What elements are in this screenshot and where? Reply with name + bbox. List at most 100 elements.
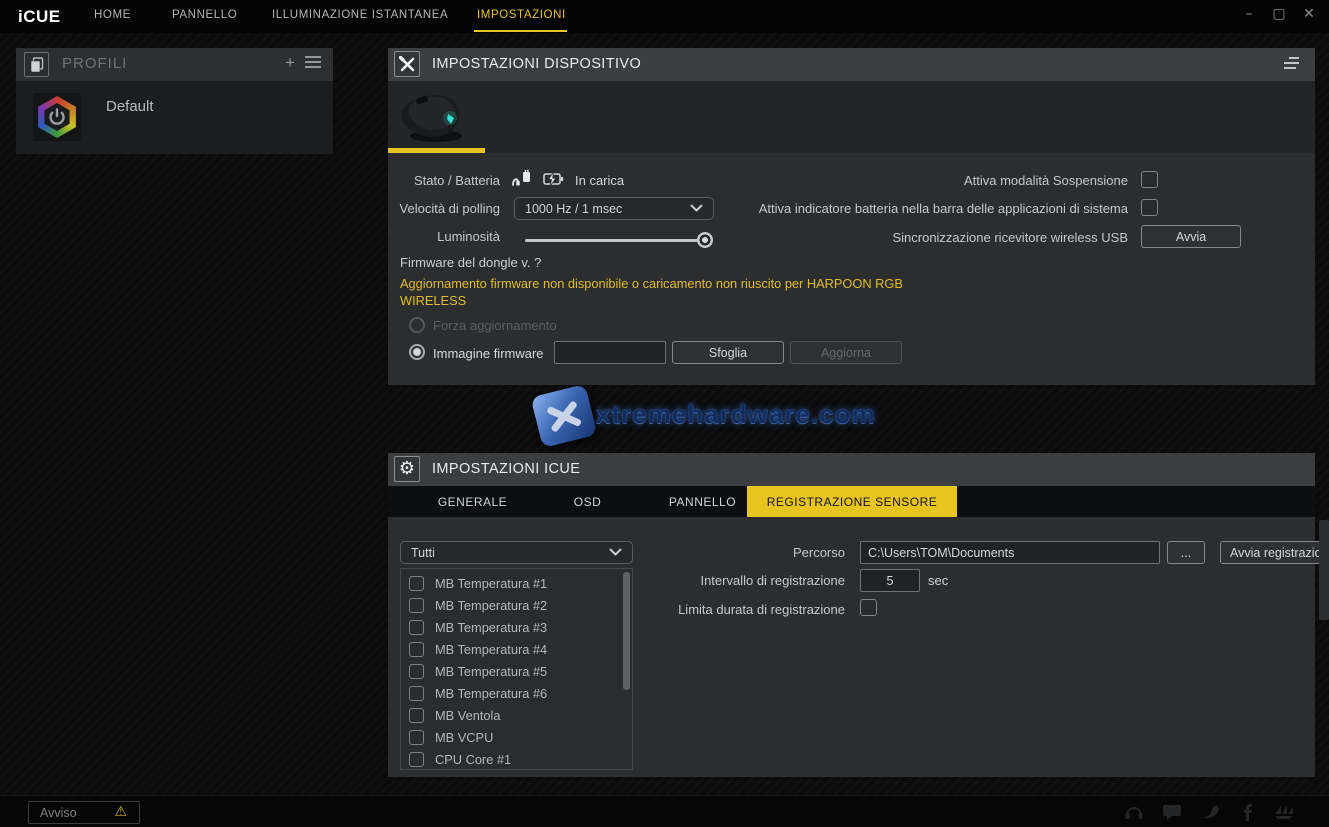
sensor-name: MB Temperatura #3 [435,620,547,635]
footer-bar: Avviso ⚠ [0,795,1329,827]
profiles-title: PROFILI [62,55,127,72]
sensor-list[interactable]: MB Temperatura #1 MB Temperatura #2 MB T… [400,568,633,770]
sleep-mode-checkbox[interactable] [1141,171,1158,188]
tab-generale[interactable]: GENERALE [415,486,530,517]
twitter-icon[interactable] [1198,802,1222,822]
interval-label: Intervallo di registrazione [628,573,845,588]
support-icon[interactable] [1122,802,1146,822]
browse-firmware-button[interactable]: Sfoglia [672,341,784,364]
device-settings-title: IMPOSTAZIONI DISPOSITIVO [432,56,641,72]
tab-pannello[interactable]: PANNELLO [645,486,760,517]
sensor-row[interactable]: MB Ventola [401,704,632,726]
sensor-row[interactable]: MB Temperatura #4 [401,638,632,660]
sensor-checkbox[interactable] [409,730,424,745]
sensor-checkbox[interactable] [409,598,424,613]
firmware-image-label: Immagine firmware [433,346,544,361]
minimize-button[interactable]: – [1241,6,1257,22]
sensor-checkbox[interactable] [409,576,424,591]
icue-settings-panel: ⚙ IMPOSTAZIONI ICUE GENERALE OSD PANNELL… [388,453,1315,777]
interval-input[interactable] [860,569,920,592]
notice-button[interactable]: Avviso ⚠ [28,801,140,824]
force-update-label: Forza aggiornamento [433,318,557,333]
sensor-checkbox[interactable] [409,642,424,657]
status-label: Stato / Batteria [388,173,500,188]
icue-logo: iCUE [18,7,61,27]
watermark-text: xtremehardware.com [596,399,876,430]
sensor-filter-value: Tutti [411,546,435,560]
profiles-icon [24,52,49,77]
maximize-button[interactable]: ▢ [1271,6,1287,22]
sensor-row[interactable]: MB Temperatura #3 [401,616,632,638]
add-profile-button[interactable]: + [285,53,295,73]
sync-start-button[interactable]: Avvia [1141,225,1241,248]
page-scrollbar[interactable] [1319,520,1329,620]
firmware-warning-text: Aggiornamento firmware non disponibile o… [400,275,905,309]
sensor-row[interactable]: CPU Core #1 [401,748,632,770]
sensor-name: MB Temperatura #2 [435,598,547,613]
nav-home[interactable]: HOME [94,9,131,21]
sensor-row[interactable]: MB VCPU [401,726,632,748]
device-tab-harpoon-mouse[interactable] [390,84,484,148]
gear-icon: ⚙ [394,456,420,482]
firmware-image-radio[interactable] [409,344,425,360]
nav-impostazioni[interactable]: IMPOSTAZIONI [477,9,566,21]
profiles-menu-icon[interactable] [305,56,321,71]
profile-item-default[interactable]: Default [16,81,333,154]
device-options-icon[interactable] [1284,57,1299,72]
sensor-name: MB Temperatura #6 [435,686,547,701]
sensor-row[interactable]: MB Temperatura #1 [401,572,632,594]
sensor-name: MB Temperatura #5 [435,664,547,679]
close-button[interactable]: ✕ [1301,6,1317,22]
warning-icon: ⚠ [114,804,127,820]
watermark-x-logo [531,384,598,448]
sensor-checkbox[interactable] [409,620,424,635]
sensor-checkbox[interactable] [409,708,424,723]
tools-icon [394,51,420,77]
limit-duration-label: Limita durata di registrazione [628,602,845,617]
mouse-image [390,84,484,148]
wireless-sync-label: Sincronizzazione ricevitore wireless USB [600,230,1128,245]
battery-indicator-label: Attiva indicatore batteria nella barra d… [600,201,1128,216]
sensor-checkbox[interactable] [409,686,424,701]
usb-cable-icon [511,169,533,188]
sensor-name: MB VCPU [435,730,493,745]
tab-registrazione-sensore[interactable]: REGISTRAZIONE SENSORE [747,486,957,517]
profiles-sidebar: PROFILI + Default [16,48,333,154]
sensor-name: MB Ventola [435,708,500,723]
corsair-icon[interactable] [1272,802,1296,822]
tab-osd[interactable]: OSD [530,486,645,517]
nav-pannello[interactable]: PANNELLO [172,9,237,21]
sensor-name: MB Temperatura #1 [435,576,547,591]
update-firmware-button: Aggiorna [790,341,902,364]
log-path-input[interactable] [860,541,1160,564]
icue-settings-header: ⚙ IMPOSTAZIONI ICUE [388,453,1315,486]
sensor-row[interactable]: MB Temperatura #2 [401,594,632,616]
chevron-down-icon [609,548,622,557]
watermark: xtremehardware.com [530,386,950,444]
browse-path-button[interactable]: ... [1167,541,1205,564]
limit-duration-checkbox[interactable] [860,599,877,616]
firmware-path-input[interactable] [554,341,666,364]
device-settings-header: IMPOSTAZIONI DISPOSITIVO [388,48,1315,81]
device-settings-panel: IMPOSTAZIONI DISPOSITIVO Stato / Batteri… [388,48,1315,385]
battery-indicator-checkbox[interactable] [1141,199,1158,216]
nav-illuminazione-istantanea[interactable]: ILLUMINAZIONE ISTANTANEA [272,9,448,21]
chat-icon[interactable] [1160,802,1184,822]
sleep-mode-label: Attiva modalità Sospensione [600,173,1128,188]
icue-tabbar: GENERALE OSD PANNELLO REGISTRAZIONE SENS… [388,486,1315,517]
sensor-checkbox[interactable] [409,752,424,767]
force-update-radio [409,317,425,333]
titlebar: iCUE HOME PANNELLO ILLUMINAZIONE ISTANTA… [0,0,1329,33]
start-logging-button[interactable]: Avvia registrazione [1220,541,1329,564]
profiles-header: PROFILI + [16,48,333,81]
profile-avatar [33,93,81,141]
polling-label: Velocità di polling [388,201,500,216]
sensor-row[interactable]: MB Temperatura #6 [401,682,632,704]
sensor-list-scrollbar[interactable] [623,572,630,690]
sensor-filter-dropdown[interactable]: Tutti [400,541,633,564]
sensor-name: MB Temperatura #4 [435,642,547,657]
sensor-checkbox[interactable] [409,664,424,679]
sensor-row[interactable]: MB Temperatura #5 [401,660,632,682]
facebook-icon[interactable] [1236,802,1260,822]
icue-settings-title: IMPOSTAZIONI ICUE [432,461,580,477]
